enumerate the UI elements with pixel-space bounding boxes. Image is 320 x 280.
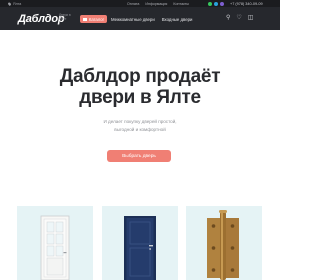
city-selector[interactable]: Ялта: [7, 0, 22, 7]
logo-tagline: Двери в Ялте: [59, 13, 71, 21]
top-link-info[interactable]: Информация: [145, 2, 167, 6]
choose-door-button[interactable]: Выбрать дверь: [107, 150, 171, 162]
main-header: Даблдор Двери в Ялте Каталог Межкомнатны…: [0, 7, 280, 30]
favorites-icon[interactable]: ♡: [236, 15, 241, 22]
hero-subtitle: И делает покупку дверей простой, выгодно…: [0, 118, 280, 134]
site-logo[interactable]: Даблдор: [18, 13, 65, 25]
viber-icon[interactable]: [220, 1, 224, 6]
hero-title-line-1: Даблдор продаёт: [59, 66, 221, 87]
top-links: Оплата Информация Контакты: [127, 0, 189, 7]
search-icon[interactable]: ⚲: [226, 15, 230, 22]
whatsapp-icon[interactable]: [208, 1, 212, 6]
white-interior-door-image: [40, 215, 70, 280]
brass-door-hinge-image: [207, 210, 239, 280]
telegram-icon[interactable]: [214, 1, 218, 6]
catalog-button[interactable]: Каталог: [80, 15, 107, 23]
blue-entrance-door-image: [124, 216, 156, 280]
top-link-contacts[interactable]: Контакты: [173, 2, 189, 6]
nav-interior-doors[interactable]: Межкомнатные двери: [111, 17, 155, 22]
hero-title-line-2: двери в Ялте: [79, 87, 201, 108]
nav-entrance-doors[interactable]: Входные двери: [162, 17, 193, 22]
hero-subtitle-line-2: выгодной и комфортной: [114, 127, 166, 132]
top-link-payment[interactable]: Оплата: [127, 2, 139, 6]
location-pin-icon: [7, 1, 12, 6]
top-utility-bar: Ялта Оплата Информация Контакты +7 (978)…: [0, 0, 280, 7]
product-card-entrance-door[interactable]: [102, 206, 178, 280]
hero-title: Даблдор продаёт двери в Ялте: [0, 66, 280, 108]
phone-number[interactable]: +7 (978) 340-09-09: [230, 0, 263, 7]
menu-icon: [82, 17, 87, 21]
main-nav: Межкомнатные двери Входные двери: [111, 15, 192, 23]
product-card-door-hinge[interactable]: [186, 206, 262, 280]
messenger-links: [208, 1, 224, 6]
hero-subtitle-line-1: И делает покупку дверей простой,: [103, 119, 177, 124]
header-actions: ⚲ ♡ ◫: [226, 15, 253, 22]
city-label: Ялта: [13, 1, 22, 6]
cart-icon[interactable]: ◫: [248, 15, 254, 22]
catalog-button-label: Каталог: [88, 16, 105, 22]
product-card-interior-door[interactable]: [17, 206, 93, 280]
